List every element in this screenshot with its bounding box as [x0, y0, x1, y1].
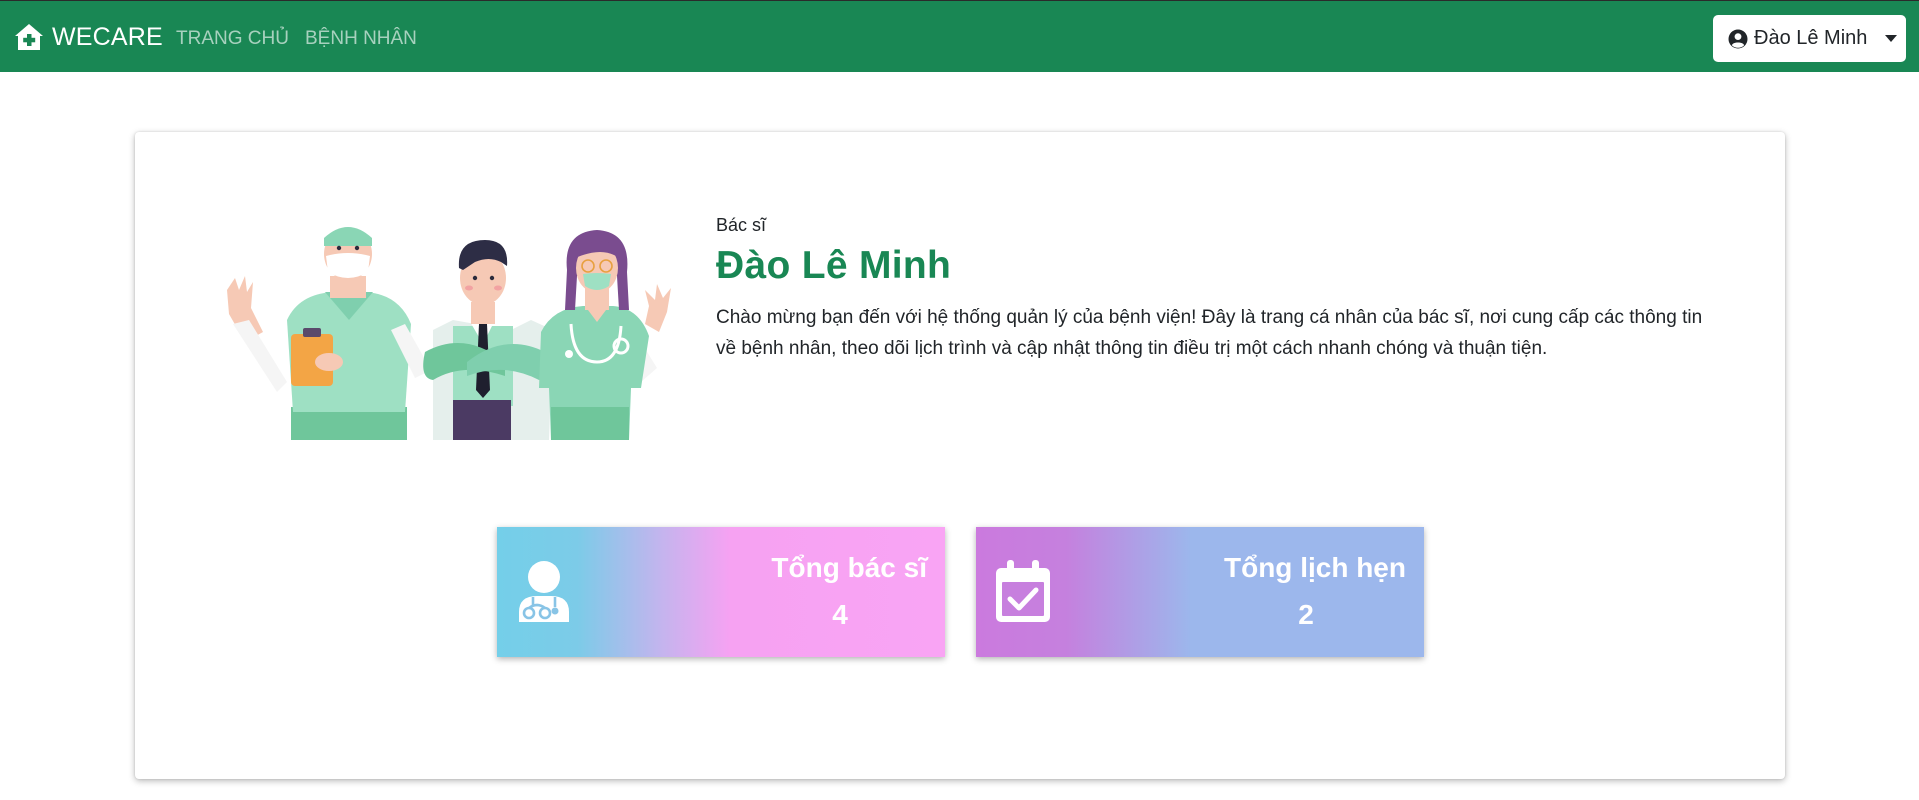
brand-name: WECARE — [52, 22, 163, 51]
profile-card: Bác sĩ Đào Lê Minh Chào mừng bạn đến với… — [135, 132, 1785, 779]
calendar-check-icon — [996, 560, 1050, 622]
user-circle-icon — [1728, 29, 1748, 48]
welcome-message: Chào mừng bạn đến với hệ thống quản lý c… — [716, 307, 1703, 359]
user-menu-name: Đào Lê Minh — [1754, 27, 1868, 49]
stat-appointments-value: 2 — [1298, 599, 1314, 630]
top-navbar: WECARE TRANG CHỦ BỆNH NHÂN Đào Lê Minh — [0, 0, 1919, 72]
profile-name: Đào Lê Minh — [716, 244, 952, 287]
nav-link-home[interactable]: TRANG CHỦ — [176, 28, 289, 50]
profile-intro: Bác sĩ Đào Lê Minh Chào mừng bạn đến với… — [716, 215, 1726, 364]
stat-appointments-title: Tổng lịch hẹn — [1224, 552, 1406, 583]
stat-doctors-title: Tổng bác sĩ — [771, 552, 927, 583]
stat-card-doctors[interactable]: Tổng bác sĩ 4 — [497, 527, 945, 657]
stat-doctors-value: 4 — [832, 599, 848, 630]
house-medical-icon — [15, 24, 43, 50]
user-menu-button[interactable]: Đào Lê Minh — [1713, 15, 1906, 62]
medical-staff-illustration — [227, 227, 671, 440]
stat-card-appointments[interactable]: Tổng lịch hẹn 2 — [976, 527, 1424, 657]
profile-role: Bác sĩ — [716, 215, 767, 235]
brand-link[interactable]: WECARE — [14, 21, 163, 53]
nav-link-patients[interactable]: BỆNH NHÂN — [305, 28, 417, 50]
user-doctor-icon — [519, 561, 569, 622]
caret-down-icon — [1885, 35, 1898, 42]
